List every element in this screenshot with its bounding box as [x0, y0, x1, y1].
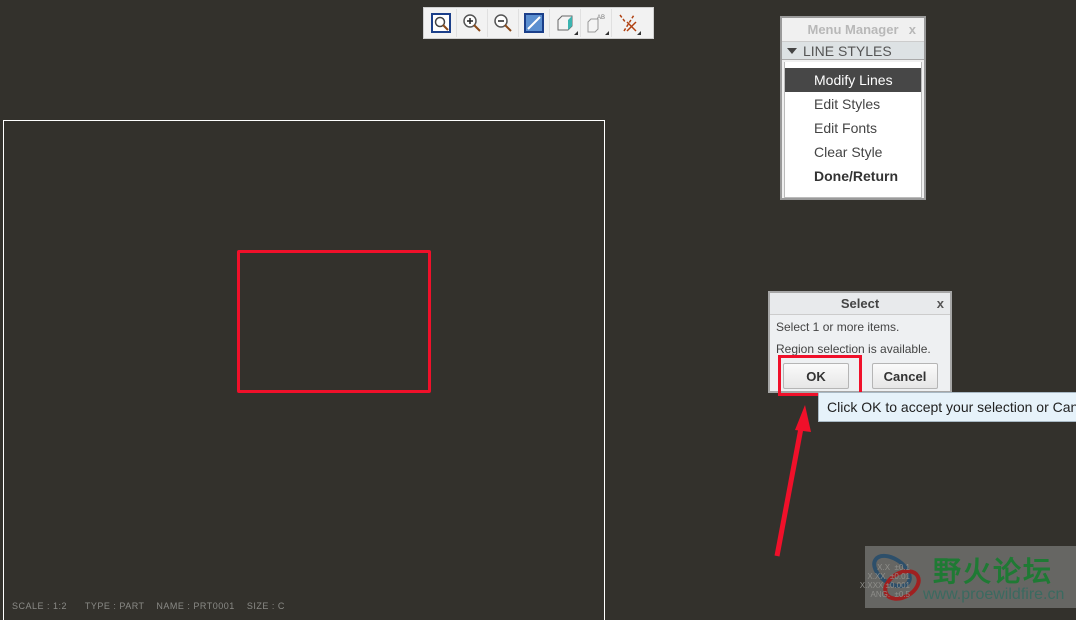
arrow-head-icon — [795, 405, 811, 432]
watermark-name: 野火论坛 — [933, 556, 1054, 587]
watermark-url: www.proewildfire.cn — [923, 586, 1065, 603]
tolerance-table: X.X ±0.1 X.XX ±0.01 X.XXX ±0.001 ANG. ±0… — [859, 563, 910, 599]
arrow-annotation — [774, 405, 811, 557]
